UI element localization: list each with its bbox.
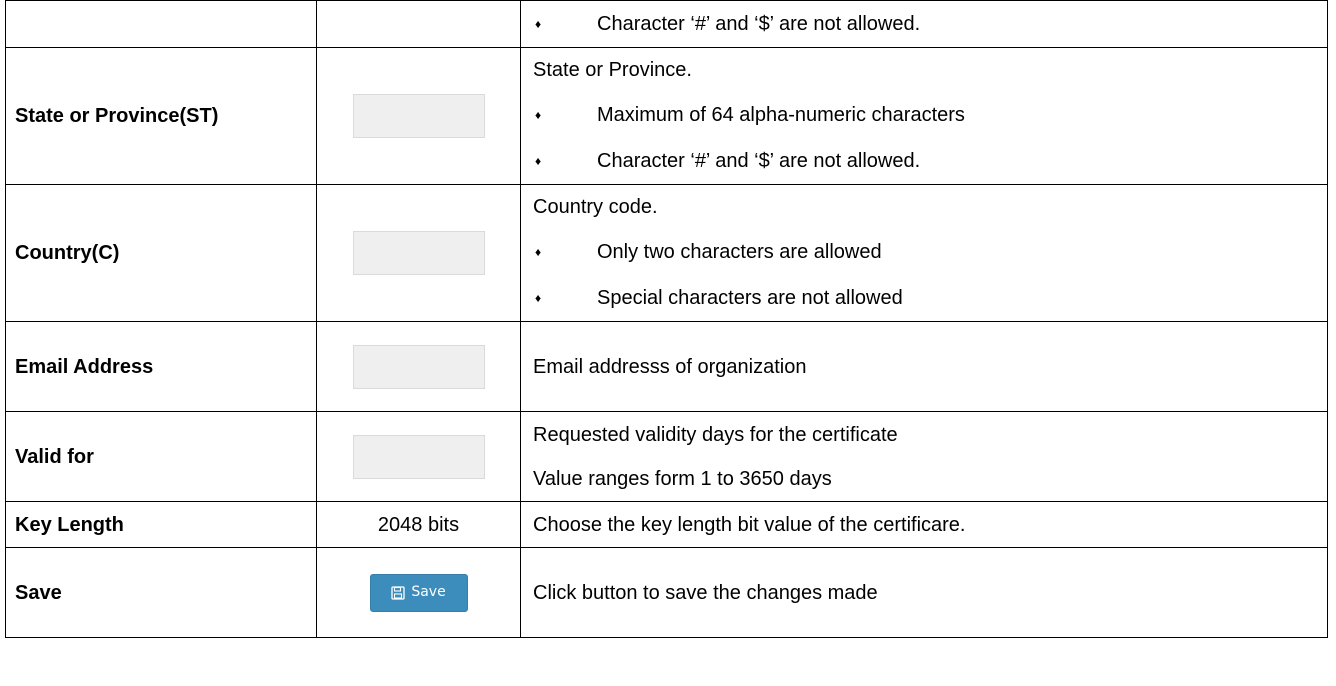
table-row: Key Length 2048 bits Choose the key leng… <box>5 501 1328 548</box>
table-row: State or Province(ST) State or Province.… <box>5 47 1328 185</box>
control-cell: Save <box>316 547 521 638</box>
country-input[interactable] <box>352 231 485 275</box>
description-text: Email addresss of organization <box>533 355 807 378</box>
control-cell <box>316 47 521 185</box>
table-row: ♦ Character ‘#’ and ‘$’ are not allowed. <box>5 0 1328 48</box>
description-cell: State or Province. ♦ Maximum of 64 alpha… <box>520 47 1328 185</box>
bullet-text: Only two characters are allowed <box>597 241 882 263</box>
bullet-text: Character ‘#’ and ‘$’ are not allowed. <box>597 150 921 172</box>
floppy-disk-icon <box>391 585 405 600</box>
valid-for-input[interactable] <box>352 434 485 479</box>
description-cell: Click button to save the changes made <box>520 547 1328 638</box>
table-row: Country(C) Country code. ♦ Only two char… <box>5 184 1328 322</box>
description-cell: Choose the key length bit value of the c… <box>520 501 1328 548</box>
description-cell: Email addresss of organization <box>520 321 1328 412</box>
description-heading: State or Province. <box>533 59 692 81</box>
control-cell <box>316 321 521 412</box>
settings-documentation-table: ♦ Character ‘#’ and ‘$’ are not allowed.… <box>5 0 1328 638</box>
state-province-input[interactable] <box>352 94 485 138</box>
control-cell <box>316 411 521 502</box>
description-heading: Country code. <box>533 196 658 218</box>
bullet-item: ♦ Character ‘#’ and ‘$’ are not allowed. <box>533 138 1327 184</box>
description-text: Click button to save the changes made <box>533 581 878 604</box>
key-length-value: 2048 bits <box>316 501 521 548</box>
bullet-text: Maximum of 64 alpha-numeric characters <box>597 104 965 126</box>
key-length-label: Key Length <box>5 501 317 548</box>
bullet-icon: ♦ <box>535 245 542 259</box>
save-label: Save <box>5 547 317 638</box>
row-label-empty <box>5 0 317 48</box>
description-cell: ♦ Character ‘#’ and ‘$’ are not allowed. <box>520 0 1328 48</box>
table-row: Email Address Email addresss of organiza… <box>5 321 1328 412</box>
email-address-label: Email Address <box>5 321 317 412</box>
bullet-item: ♦ Maximum of 64 alpha-numeric characters <box>533 92 1327 138</box>
bullet-item: ♦ Special characters are not allowed <box>533 275 1327 321</box>
valid-for-label: Valid for <box>5 411 317 502</box>
bullet-icon: ♦ <box>535 291 542 305</box>
state-province-label: State or Province(ST) <box>5 47 317 185</box>
bullet-icon: ♦ <box>535 154 542 168</box>
table-row: Valid for Requested validity days for th… <box>5 411 1328 502</box>
bullet-item: ♦ Only two characters are allowed <box>533 229 1327 275</box>
description-cell: Country code. ♦ Only two characters are … <box>520 184 1328 322</box>
description-text: Choose the key length bit value of the c… <box>533 513 966 536</box>
description-line: Value ranges form 1 to 3650 days <box>533 467 832 490</box>
bullet-icon: ♦ <box>535 108 542 122</box>
email-address-input[interactable] <box>352 344 485 389</box>
bullet-text: Special characters are not allowed <box>597 287 903 309</box>
save-button[interactable]: Save <box>369 573 468 612</box>
description-line: Requested validity days for the certific… <box>533 423 898 446</box>
bullet-icon: ♦ <box>535 17 542 31</box>
control-cell <box>316 184 521 322</box>
country-label: Country(C) <box>5 184 317 322</box>
bullet-item: ♦ Character ‘#’ and ‘$’ are not allowed. <box>533 1 1327 47</box>
control-cell-empty <box>316 0 521 48</box>
table-row: Save Save Click button to save the chang… <box>5 547 1328 638</box>
description-cell: Requested validity days for the certific… <box>520 411 1328 502</box>
save-button-label: Save <box>411 584 446 601</box>
bullet-text: Character ‘#’ and ‘$’ are not allowed. <box>597 13 921 35</box>
